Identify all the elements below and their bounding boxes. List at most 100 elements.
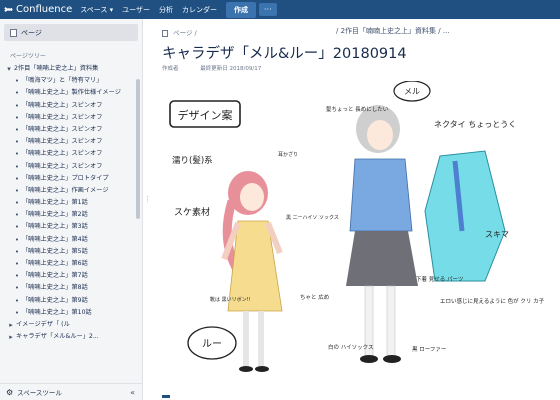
expand-toggle-icon[interactable]: ▸ bbox=[6, 319, 16, 331]
note-skirt: スケ素材 bbox=[174, 206, 210, 218]
tree-item-label: 「喃喃上史之上」スピンオフ bbox=[22, 162, 103, 170]
character-right bbox=[346, 105, 418, 363]
tree-item-label: キャラデザ「メル&ルー」2... bbox=[16, 333, 99, 341]
left-shoe bbox=[239, 366, 253, 372]
tree-item-label: 「喃喃上史之上」スピンオフ bbox=[22, 101, 103, 109]
right-jacket bbox=[349, 158, 413, 232]
tree-item-label: 「喃喃上史之上」スピンオフ bbox=[22, 125, 103, 133]
page-icon bbox=[162, 29, 168, 37]
note-hairpin: 髪ちょっと 長めにしたい bbox=[326, 105, 389, 113]
sidebar-scrollbar[interactable] bbox=[136, 79, 140, 219]
tree-item-label: 「喃喃上史之上」第5話 bbox=[22, 247, 88, 255]
tree-item[interactable]: • 「喃喃上史之上」第7話 bbox=[4, 270, 142, 282]
bullet-icon: • bbox=[14, 89, 20, 98]
expand-toggle-icon[interactable]: ▾ bbox=[4, 63, 14, 75]
collapse-sidebar-icon[interactable]: « bbox=[130, 388, 135, 397]
pages-link[interactable]: ページ bbox=[4, 24, 138, 41]
tree-item[interactable]: • 「喃喃上史之上」製作仕様イメージ bbox=[4, 87, 142, 99]
tree-item-label: 「喃喃上史之上」製作仕様イメージ bbox=[22, 89, 121, 97]
tree-item[interactable]: • 「喃喃上史之上」スピンオフ bbox=[4, 112, 142, 124]
tree-item[interactable]: • 「喃喃上史之上」スピンオフ bbox=[4, 100, 142, 112]
tree-item[interactable]: • 「喃喃上史之上」第3話 bbox=[4, 221, 142, 233]
bullet-icon: • bbox=[14, 260, 20, 268]
tree-item-label: 「喃喃上史之上」作画イメージ bbox=[22, 186, 109, 194]
page-author[interactable]: 作成者 bbox=[162, 66, 179, 72]
nav-analytics[interactable]: 分析 bbox=[159, 5, 173, 15]
tree-item[interactable]: • 「喃喃上史之上」第5話 bbox=[4, 246, 142, 258]
nav-calendars[interactable]: カレンダー bbox=[182, 5, 217, 15]
heading-box-text: デザイン案 bbox=[178, 108, 233, 122]
tree-item-label: 「喃喃上史之上」スピンオフ bbox=[22, 138, 103, 146]
breadcrumb-trail-text[interactable]: / 2作目「喃喃上史之上」資料集 / ... bbox=[336, 27, 450, 35]
tree-item[interactable]: • 「喃喃上史之上」第8話 bbox=[4, 282, 142, 294]
left-legs bbox=[243, 311, 249, 366]
note-necktie: ネクタイ ちょっとうく bbox=[434, 120, 516, 129]
tree-item-label: 「喃喃上史之上」第8話 bbox=[22, 284, 88, 292]
bullet-icon: • bbox=[14, 272, 20, 281]
tree-item-label: 「喃喃上史之上」第7話 bbox=[22, 272, 88, 280]
logo-text: Confluence bbox=[16, 4, 73, 15]
left-shoe-2 bbox=[255, 366, 269, 372]
bullet-icon: • bbox=[14, 125, 20, 134]
tree-item-label: 「喃喃上史之上」第3話 bbox=[22, 223, 88, 231]
tree-item[interactable]: • 「喃喃上史之上」第10話 bbox=[4, 307, 142, 319]
page-content: ページ / / 2作目「喃喃上史之上」資料集 / ... キャラデザ「メル&ルー… bbox=[150, 19, 560, 400]
right-legs-2 bbox=[386, 285, 396, 357]
bullet-icon: • bbox=[14, 174, 20, 183]
note-hair: 耳かざり bbox=[278, 151, 298, 158]
breadcrumb-trail: / 2作目「喃喃上史之上」資料集 / ... bbox=[336, 26, 450, 36]
tree-item[interactable]: • 「喃喃上史之上」スピンオフ bbox=[4, 148, 142, 160]
bullet-icon: • bbox=[14, 211, 20, 220]
tree-item[interactable]: • 「喃喃上史之上」スピンオフ bbox=[4, 136, 142, 148]
note-bottom: エロい感じに見えるように 色が クリ カ子 bbox=[440, 297, 545, 305]
bullet-icon: • bbox=[14, 162, 20, 171]
bullet-icon: • bbox=[14, 77, 20, 86]
left-face bbox=[240, 183, 264, 211]
speech-bubble-right-text: メル bbox=[404, 87, 420, 96]
tree-item[interactable]: • 「喃喃上史之上」第6話 bbox=[4, 258, 142, 270]
expand-toggle-icon[interactable]: ▸ bbox=[6, 331, 16, 343]
page-tree-heading-text: ページツリー bbox=[10, 53, 46, 60]
page-last-updated[interactable]: 最終更新日 2018/09/17 bbox=[200, 66, 261, 72]
nav-people[interactable]: ユーザー bbox=[122, 5, 150, 15]
nav-spaces[interactable]: スペース ▾ bbox=[80, 5, 113, 15]
top-navigation-bar: Confluence スペース ▾ ユーザー 分析 カレンダー 作成 ··· bbox=[0, 0, 560, 19]
pages-label: ページ bbox=[21, 28, 42, 37]
tree-item[interactable]: • 「喃喃上史之上」プロトタイプ bbox=[4, 173, 142, 185]
tree-item[interactable]: • 「喃喃上史之上」スピンオフ bbox=[4, 161, 142, 173]
tree-item[interactable]: ▸ イメージデザ「 (ル bbox=[4, 319, 142, 331]
left-legs-2 bbox=[258, 311, 264, 366]
space-tools-label: スペースツール bbox=[17, 389, 62, 397]
tree-item-label: 「喃喃上史之上」第1話 bbox=[22, 199, 88, 207]
note-lace: 靴は 黒いリボン!! bbox=[210, 296, 251, 303]
tree-item[interactable]: ▸ キャラデザ「メル&ルー」2... bbox=[4, 331, 142, 343]
tree-item-label: 2作目「喃喃上史之上」資料集 bbox=[14, 65, 99, 72]
note-pants: 下着 見せる パーツ bbox=[416, 275, 463, 283]
tree-item[interactable]: • 「喃喃上史之上」第4話 bbox=[4, 234, 142, 246]
confluence-logo[interactable]: Confluence bbox=[4, 4, 72, 15]
space-sidebar: ページ ページツリー ▾ 2作目「喃喃上史之上」資料集 • 「鳴海マツ」と「特有マリ」… bbox=[0, 19, 143, 400]
coat-shape bbox=[424, 150, 506, 282]
tree-item[interactable]: ▾ 2作目「喃喃上史之上」資料集 bbox=[4, 63, 142, 75]
breadcrumb-pages[interactable]: ページ / bbox=[173, 29, 197, 37]
tree-item[interactable]: • 「喃喃上史之上」第1話 bbox=[4, 197, 142, 209]
bullet-icon: • bbox=[14, 113, 20, 122]
create-button[interactable]: 作成 bbox=[226, 1, 256, 18]
tree-item[interactable]: • 「喃喃上史之上」作画イメージ bbox=[4, 185, 142, 197]
note-hime: ちゃと 広め bbox=[300, 293, 329, 301]
tree-item[interactable]: • 「喃喃上史之上」第2話 bbox=[4, 209, 142, 221]
more-create-button[interactable]: ··· bbox=[259, 3, 277, 16]
bullet-icon: • bbox=[14, 296, 20, 305]
tree-item[interactable]: • 「喃喃上史之上」第9話 bbox=[4, 295, 142, 307]
coat-detail bbox=[424, 150, 506, 282]
page-footer-strip bbox=[150, 392, 560, 400]
tree-item[interactable]: • 「鳴海マツ」と「特有マリ」 bbox=[4, 75, 142, 87]
tree-item-label: 「喃喃上史之上」スピンオフ bbox=[22, 150, 103, 158]
space-tools[interactable]: ⚙ スペースツール « bbox=[0, 383, 142, 400]
note-socks: 白の ハイソックス bbox=[328, 343, 373, 351]
bullet-icon: • bbox=[14, 223, 20, 232]
tree-item[interactable]: • 「喃喃上史之上」スピンオフ bbox=[4, 124, 142, 136]
tree-item-label: 「喃喃上史之上」第9話 bbox=[22, 296, 88, 304]
tree-item-label: 「喃喃上史之上」プロトタイプ bbox=[22, 174, 109, 182]
bullet-icon: • bbox=[14, 199, 20, 208]
